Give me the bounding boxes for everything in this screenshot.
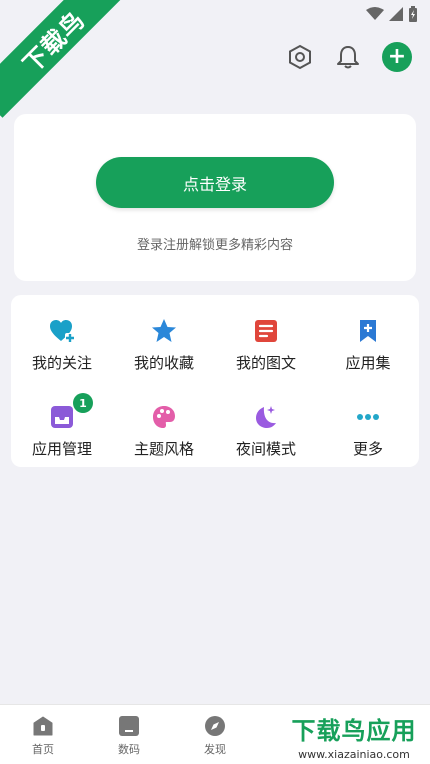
menu-item-my-posts[interactable]: 我的图文	[215, 303, 317, 373]
nav-item-discover[interactable]: 发现	[185, 715, 245, 757]
status-icons	[366, 6, 418, 22]
menu-label: 应用管理	[31, 440, 92, 458]
plus-icon: +	[387, 44, 407, 69]
notifications-button[interactable]	[334, 43, 362, 71]
nav-label: 发现	[204, 743, 226, 756]
menu-item-theme[interactable]: 主题风格	[113, 389, 215, 459]
menu-item-night-mode[interactable]: 夜间模式	[215, 389, 317, 459]
menu-item-my-favorites[interactable]: 我的收藏	[113, 303, 215, 373]
wifi-icon	[366, 7, 384, 20]
menu-label: 我的收藏	[133, 354, 194, 372]
menu-item-app-management[interactable]: 1 应用管理	[11, 389, 113, 459]
menu-item-more[interactable]: 更多	[317, 389, 419, 459]
palette-icon	[149, 403, 179, 431]
nav-item-home[interactable]: 首页	[13, 715, 73, 757]
nav-label: 首页	[32, 743, 54, 756]
top-actions: +	[286, 42, 412, 72]
tray-icon: 1	[47, 393, 93, 431]
home-icon	[33, 716, 53, 736]
menu-grid: 我的关注 我的收藏 我的图文 应用集 1 应用管理 主题风格 夜间模式 更多	[11, 295, 419, 467]
menu-label: 主题风格	[133, 440, 194, 458]
nav-label: 数码	[118, 743, 140, 756]
bookmark-plus-icon	[353, 317, 383, 345]
device-icon	[119, 716, 139, 736]
menu-card: 我的关注 我的收藏 我的图文 应用集 1 应用管理 主题风格 夜间模式 更多	[11, 295, 419, 467]
menu-label: 应用集	[345, 354, 391, 372]
moon-icon	[251, 403, 281, 431]
bell-icon	[337, 46, 359, 69]
compass-icon	[205, 716, 225, 736]
menu-label: 更多	[352, 440, 383, 458]
notification-badge: 1	[73, 393, 93, 413]
star-icon	[149, 317, 179, 345]
bottom-nav: 首页 数码 发现 下载鸟应用 www.xiazainiao.com	[0, 704, 430, 764]
settings-button[interactable]	[286, 43, 314, 71]
more-dots-icon	[353, 403, 383, 431]
settings-hexagon-icon	[289, 44, 311, 70]
menu-label: 我的图文	[235, 354, 296, 372]
add-button[interactable]: +	[382, 42, 412, 72]
login-card: 点击登录 登录注册解锁更多精彩内容	[14, 114, 416, 281]
signal-icon	[389, 7, 403, 21]
menu-label: 夜间模式	[235, 440, 296, 458]
login-hint: 登录注册解锁更多精彩内容	[136, 238, 293, 253]
watermark-title: 下载鸟应用	[291, 717, 417, 745]
menu-item-my-follows[interactable]: 我的关注	[11, 303, 113, 373]
watermark-logo: 下载鸟应用 www.xiazainiao.com	[278, 708, 430, 764]
menu-item-app-collections[interactable]: 应用集	[317, 303, 419, 373]
watermark-url: www.xiazainiao.com	[298, 748, 410, 761]
menu-label: 我的关注	[31, 354, 92, 372]
login-button[interactable]: 点击登录	[96, 157, 334, 208]
document-icon	[251, 317, 281, 345]
nav-item-digital[interactable]: 数码	[99, 715, 159, 757]
battery-charging-icon	[409, 6, 417, 22]
heart-plus-icon	[47, 317, 77, 345]
